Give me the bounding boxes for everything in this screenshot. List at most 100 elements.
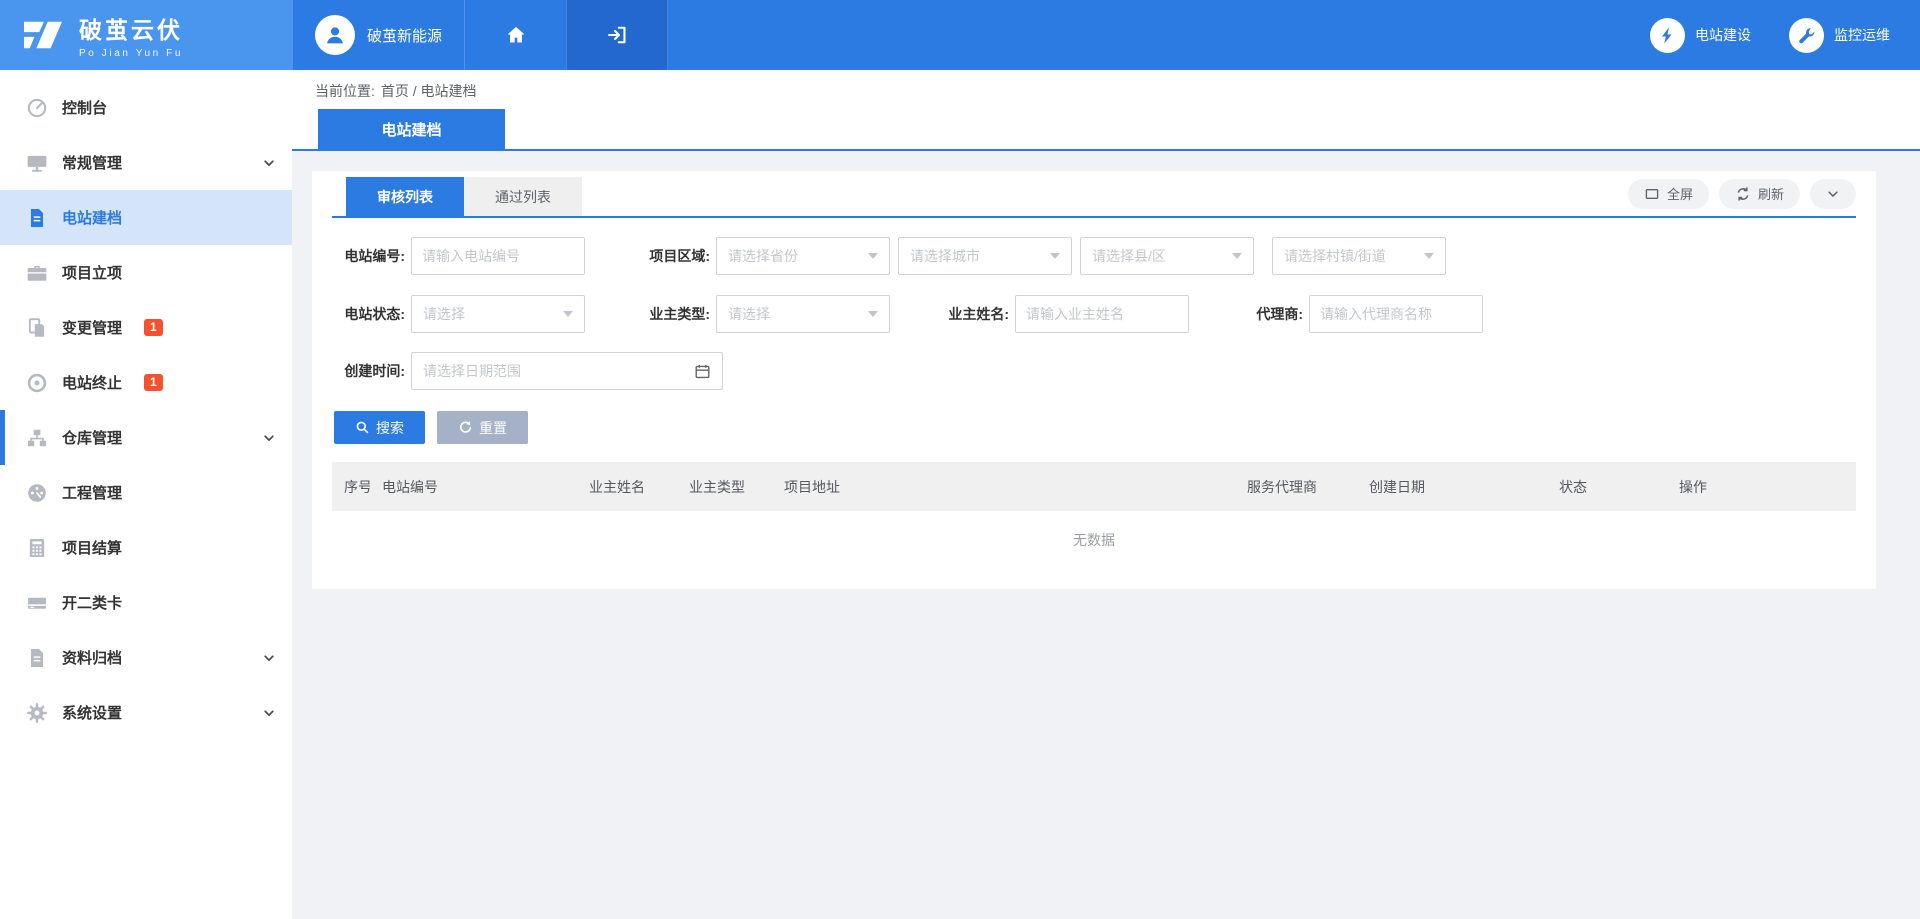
agent-input[interactable] bbox=[1309, 295, 1483, 333]
city-select[interactable]: 请选择城市 bbox=[898, 237, 1072, 275]
sidebar-item-data-archiving[interactable]: 资料归档 bbox=[0, 630, 292, 685]
sidebar-item-general-management[interactable]: 常规管理 bbox=[0, 135, 292, 190]
sidebar-item-label: 项目结算 bbox=[62, 537, 122, 558]
select-caret-icon bbox=[868, 253, 878, 259]
select-caret-icon bbox=[1232, 253, 1242, 259]
tab-review-list[interactable]: 审核列表 bbox=[346, 177, 464, 216]
refresh-button[interactable]: 刷新 bbox=[1719, 179, 1800, 209]
sidebar-item-label: 工程管理 bbox=[62, 482, 122, 503]
sidebar-item-warehouse-management[interactable]: 仓库管理 bbox=[0, 410, 292, 465]
content: 审核列表 通过列表 全屏 bbox=[292, 151, 1920, 589]
town-select[interactable]: 请选择村镇/街道 bbox=[1272, 237, 1446, 275]
copy-icon bbox=[26, 317, 48, 339]
station-status-label: 电站状态: bbox=[332, 304, 411, 324]
col-created-date: 创建日期 bbox=[1357, 462, 1547, 511]
briefcase-icon bbox=[26, 262, 48, 284]
sidebar-item-project-initiation[interactable]: 项目立项 bbox=[0, 245, 292, 300]
sidebar-item-project-settlement[interactable]: 项目结算 bbox=[0, 520, 292, 575]
station-status-select[interactable]: 请选择 bbox=[411, 295, 585, 333]
reset-button[interactable]: 重置 bbox=[437, 411, 528, 444]
wrench-icon bbox=[1789, 18, 1824, 53]
panel-tab-bar: 审核列表 通过列表 全屏 bbox=[332, 177, 1856, 218]
tab-passed-list[interactable]: 通过列表 bbox=[464, 177, 582, 216]
filter-row-3: 创建时间: 请选择日期范围 bbox=[332, 352, 1856, 390]
search-icon bbox=[355, 420, 370, 435]
col-actions: 操作 bbox=[1667, 462, 1856, 511]
topbar: 破茧云伏 Po Jian Yun Fu 破茧新能源 bbox=[0, 0, 1920, 70]
station-code-input[interactable] bbox=[411, 237, 585, 275]
sidebar-item-label: 电站终止 bbox=[62, 372, 122, 393]
reset-icon bbox=[458, 420, 473, 435]
sidebar-item-label: 资料归档 bbox=[62, 647, 122, 668]
mode-monitoring-ops[interactable]: 监控运维 bbox=[1789, 18, 1890, 53]
collapse-panel-button[interactable] bbox=[1810, 179, 1856, 209]
col-owner-type: 业主类型 bbox=[677, 462, 772, 511]
date-range-picker[interactable]: 请选择日期范围 bbox=[411, 352, 723, 390]
archive-icon bbox=[26, 647, 48, 669]
sidebar-item-label: 仓库管理 bbox=[62, 427, 122, 448]
lightning-icon bbox=[1650, 18, 1685, 53]
calendar-icon bbox=[694, 363, 711, 380]
card-icon bbox=[26, 592, 48, 614]
sidebar-item-label: 系统设置 bbox=[62, 702, 122, 723]
chevron-down-icon bbox=[262, 431, 276, 445]
sidebar-item-label: 电站建档 bbox=[62, 207, 122, 228]
filter-row-1: 电站编号: 项目区域: 请选择省份 请选择城市 请选择县/区 bbox=[332, 237, 1856, 275]
select-caret-icon bbox=[868, 311, 878, 317]
col-station-code: 电站编号 bbox=[370, 462, 577, 511]
user-avatar-icon bbox=[315, 15, 355, 55]
breadcrumb: 当前位置: 首页 / 电站建档 bbox=[292, 70, 1920, 111]
breadcrumb-path: 首页 / 电站建档 bbox=[381, 81, 477, 101]
district-select[interactable]: 请选择县/区 bbox=[1080, 237, 1254, 275]
sidebar-item-system-settings[interactable]: 系统设置 bbox=[0, 685, 292, 740]
topbar-user[interactable]: 破茧新能源 bbox=[292, 0, 464, 70]
owner-type-select[interactable]: 请选择 bbox=[716, 295, 890, 333]
table-header-row: 序号 电站编号 业主姓名 业主类型 项目地址 服务代理商 创建日期 状态 操作 bbox=[332, 462, 1856, 511]
app-logo: 破茧云伏 Po Jian Yun Fu bbox=[0, 0, 292, 70]
sidebar-item-label: 变更管理 bbox=[62, 317, 122, 338]
gear-icon bbox=[26, 702, 48, 724]
owner-name-input[interactable] bbox=[1015, 295, 1189, 333]
province-select[interactable]: 请选择省份 bbox=[716, 237, 890, 275]
search-button[interactable]: 搜索 bbox=[334, 411, 425, 444]
mode-label: 电站建设 bbox=[1695, 25, 1751, 45]
logo-mark-icon bbox=[20, 16, 66, 54]
home-button[interactable] bbox=[464, 0, 566, 70]
sidebar-item-change-management[interactable]: 变更管理 1 bbox=[0, 300, 292, 355]
mode-station-construction[interactable]: 电站建设 bbox=[1650, 18, 1751, 53]
col-service-agent: 服务代理商 bbox=[1235, 462, 1357, 511]
sign-in-icon bbox=[606, 24, 628, 46]
sidebar-item-station-termination[interactable]: 电站终止 1 bbox=[0, 355, 292, 410]
refresh-icon bbox=[1735, 186, 1751, 202]
owner-type-label: 业主类型: bbox=[637, 304, 716, 324]
sidebar-item-open-type2-card[interactable]: 开二类卡 bbox=[0, 575, 292, 630]
station-code-label: 电站编号: bbox=[332, 246, 411, 266]
company-name: 破茧新能源 bbox=[367, 25, 442, 46]
document-icon bbox=[26, 207, 48, 229]
owner-name-label: 业主姓名: bbox=[936, 304, 1015, 324]
home-icon bbox=[505, 24, 527, 46]
sidebar-item-engineering-management[interactable]: 工程管理 bbox=[0, 465, 292, 520]
tab-station-filing[interactable]: 电站建档 bbox=[318, 109, 505, 149]
breadcrumb-prefix: 当前位置: bbox=[315, 81, 375, 101]
badge-count: 1 bbox=[144, 319, 163, 336]
project-region-label: 项目区域: bbox=[637, 246, 716, 266]
chevron-down-icon bbox=[1826, 187, 1840, 201]
sidebar-item-station-filing[interactable]: 电站建档 bbox=[0, 190, 292, 245]
col-owner-name: 业主姓名 bbox=[577, 462, 677, 511]
mode-label: 监控运维 bbox=[1834, 25, 1890, 45]
fullscreen-button[interactable]: 全屏 bbox=[1628, 179, 1709, 209]
app-root: 破茧云伏 Po Jian Yun Fu 破茧新能源 bbox=[0, 0, 1920, 919]
select-caret-icon bbox=[1050, 253, 1060, 259]
sitemap-icon bbox=[26, 427, 48, 449]
created-time-label: 创建时间: bbox=[332, 361, 411, 381]
signin-button[interactable] bbox=[566, 0, 668, 70]
panel-actions: 全屏 刷新 bbox=[1628, 179, 1856, 209]
topbar-right: 电站建设 监控运维 bbox=[1650, 0, 1920, 70]
brand-subtitle: Po Jian Yun Fu bbox=[79, 48, 183, 59]
chevron-down-icon bbox=[262, 156, 276, 170]
sidebar-item-label: 项目立项 bbox=[62, 262, 122, 283]
sidebar-item-label: 常规管理 bbox=[62, 152, 122, 173]
sidebar-item-console[interactable]: 控制台 bbox=[0, 80, 292, 135]
select-caret-icon bbox=[563, 311, 573, 317]
